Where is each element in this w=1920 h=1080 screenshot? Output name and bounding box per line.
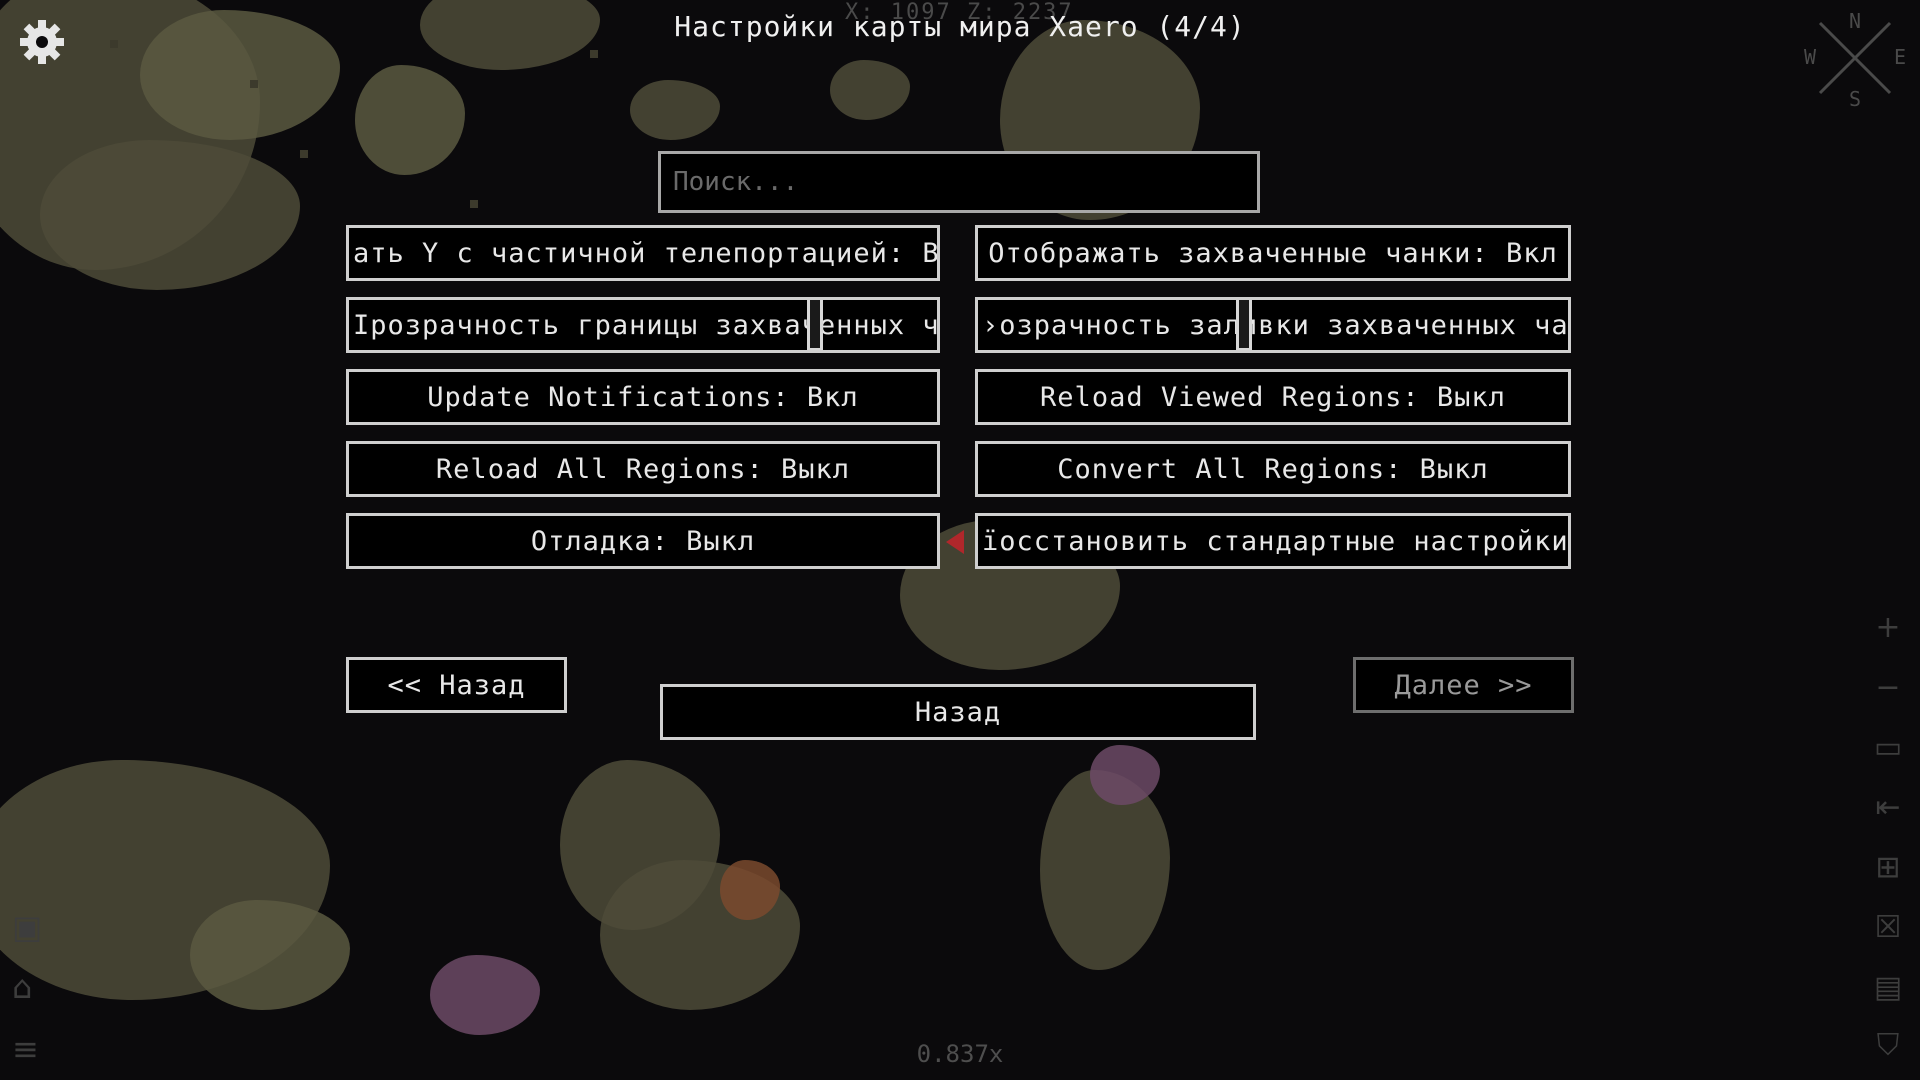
next-page-button[interactable]: Далее >> [1353,657,1574,713]
map-terrain [355,65,465,175]
claim-border-opacity-label: Ірозрачность границы захваченных ч [353,309,940,341]
next-page-label: Далее >> [1394,669,1533,701]
update-notifications-toggle[interactable]: Update Notifications: Вкл [346,369,940,425]
zoom-level: 0.837x [916,1040,1004,1068]
compass-w: W [1804,45,1817,69]
map-terrain [470,200,478,208]
restore-defaults-button[interactable]: ïосстановить стандартные настройки [975,513,1571,569]
claim-border-opacity-slider[interactable]: Ірозрачность границы захваченных ч [346,297,940,353]
compass-e: E [1894,45,1906,69]
player-face-icon[interactable]: ☒ [1872,912,1904,944]
map-terrain [300,150,308,158]
map-terrain [630,80,720,140]
reload-viewed-regions-toggle[interactable]: Reload Viewed Regions: Выкл [975,369,1571,425]
back-button[interactable]: Назад [660,684,1256,740]
teleport-y-toggle[interactable]: ать Y с частичной телепортацией: Вк [346,225,940,281]
back-label: Назад [914,696,1002,728]
teleport-y-label: ать Y с частичной телепортацией: Вк [353,237,940,269]
exit-icon[interactable]: ⇤ [1872,792,1904,824]
page-title: Настройки карты мира Xaero (4/4) [674,10,1246,43]
map-terrain [430,955,540,1035]
zoom-in-icon[interactable]: + [1872,612,1904,644]
map-terrain [830,60,910,120]
compass-n: N [1849,9,1861,33]
convert-all-regions-toggle[interactable]: Convert All Regions: Выкл [975,441,1571,497]
map-terrain [190,900,350,1010]
fullscreen-icon[interactable]: ▭ [1872,732,1904,764]
show-claimed-chunks-label: Отображать захваченные чанки: Вкл [988,237,1558,269]
compass-s: S [1849,87,1861,108]
claim-fill-opacity-label: ›озрачность заливки захваченных ча [982,309,1569,341]
convert-all-regions-label: Convert All Regions: Выкл [1057,453,1489,485]
map-terrain [590,50,598,58]
reload-all-regions-label: Reload All Regions: Выкл [435,453,851,485]
home-icon[interactable]: ⌂ [12,968,32,1006]
reload-viewed-regions-label: Reload Viewed Regions: Выкл [1040,381,1506,413]
prev-page-label: << Назад [387,669,526,701]
menu-icon[interactable]: ≡ [12,1030,39,1068]
show-claimed-chunks-toggle[interactable]: Отображать захваченные чанки: Вкл [975,225,1571,281]
zoom-out-icon[interactable]: − [1872,672,1904,704]
search-input[interactable] [658,151,1260,213]
player-marker [946,530,964,554]
prev-page-button[interactable]: << Назад [346,657,567,713]
update-notifications-label: Update Notifications: Вкл [427,381,859,413]
slider-knob[interactable] [1236,300,1253,350]
chest-icon[interactable]: ▤ [1872,972,1904,1004]
gear-icon[interactable] [18,18,66,66]
reload-all-regions-toggle[interactable]: Reload All Regions: Выкл [346,441,940,497]
camera-icon[interactable]: ▣ [12,908,42,946]
debug-toggle[interactable]: Отладка: Выкл [346,513,940,569]
grid-icon[interactable]: ⊞ [1872,852,1904,884]
map-terrain [40,140,300,290]
map-terrain [250,80,258,88]
shield-icon[interactable]: ⛉ [1872,1030,1904,1062]
restore-defaults-label: ïосстановить стандартные настройки [982,525,1569,557]
debug-label: Отладка: Выкл [530,525,756,557]
claim-fill-opacity-slider[interactable]: ›озрачность заливки захваченных ча [975,297,1571,353]
map-terrain [1090,745,1160,805]
compass-icon: N E S W [1804,9,1906,108]
slider-knob[interactable] [806,300,823,350]
